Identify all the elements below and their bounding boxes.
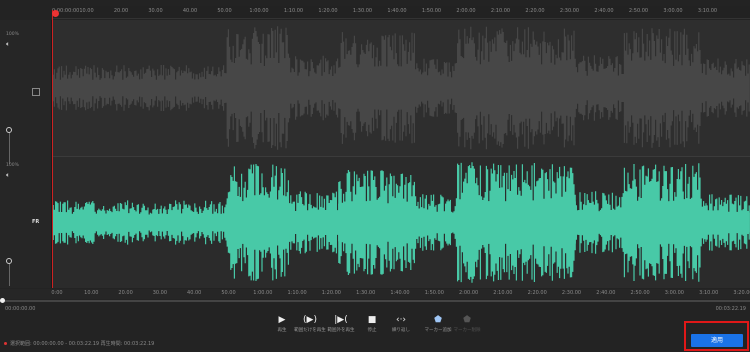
bottom-ruler-tick: 50.00 — [221, 290, 236, 296]
bottom-ruler-tick: 1:20.00 — [321, 290, 341, 296]
remove-marker-label: マーカー削除 — [453, 328, 481, 333]
total-time: 00:03:22.19 — [715, 306, 746, 312]
bottom-ruler-tick: 2:00.00 — [459, 290, 479, 296]
lower-waveform-track[interactable] — [52, 157, 750, 288]
loop-icon: ‹·› — [395, 315, 407, 325]
bottom-ruler-tick: 0:00 — [51, 290, 63, 296]
bottom-ruler-tick: 1:30.00 — [356, 290, 376, 296]
top-ruler-tick: 50.00 — [217, 8, 232, 14]
top-volume-slider-knob[interactable] — [6, 127, 12, 133]
audio-editor-window: 0:00:00:00 10.00 20.00 30.00 40.00 50.00 1:00… — [0, 0, 750, 352]
bottom-ruler-tick: 2:30.00 — [561, 290, 582, 296]
bottom-ruler-tick: 2:40.00 — [596, 290, 616, 296]
bottom-ruler-tick: 10.00 — [84, 290, 99, 296]
bottom-ruler-tick: 1:00.00 — [253, 290, 273, 296]
speaker-icon[interactable]: 🔈︎ — [6, 172, 10, 179]
top-volume-slider-track[interactable] — [9, 130, 10, 164]
upper-waveform-track[interactable] — [52, 20, 750, 156]
timeline-scrollbar[interactable] — [0, 300, 750, 302]
upper-waveform-path — [52, 26, 750, 150]
selection-status: 選択範囲: 00:00:00.00 - 00:03:22.19 再生時間: 00… — [4, 340, 154, 347]
lower-waveform-path-core — [52, 201, 750, 244]
playhead-handle[interactable] — [52, 10, 59, 17]
edit-icon[interactable] — [32, 88, 40, 96]
top-ruler-tick: 2:10.00 — [490, 8, 511, 14]
top-ruler-tick: 30.00 — [148, 8, 163, 14]
top-ruler-tick: 3:10.00 — [697, 8, 718, 14]
lower-waveform — [52, 162, 750, 283]
bottom-ruler-tick: 30.00 — [152, 290, 168, 296]
selection-status-text: 選択範囲: 00:00:00.00 - 00:03:22.19 再生時間: 00… — [10, 341, 155, 347]
top-ruler-tick: 3:00.00 — [663, 8, 683, 14]
playhead-line[interactable] — [52, 10, 53, 288]
bottom-volume-slider-knob[interactable] — [6, 258, 12, 264]
top-ruler-tick: 10.00 — [79, 8, 94, 14]
loop-button[interactable]: ‹·› 繰り返し — [381, 314, 421, 333]
loop-label: 繰り返し — [392, 328, 410, 333]
bottom-ruler-tick: 3:20.00 — [733, 290, 750, 296]
top-time-ruler[interactable]: 0:00:00:00 10.00 20.00 30.00 40.00 50.00 1:00… — [52, 6, 750, 19]
top-ruler-tick: 20.00 — [113, 8, 129, 14]
top-ruler-tick: 1:10.00 — [283, 8, 304, 14]
bottom-ruler-tick: 2:10.00 — [493, 290, 513, 296]
bottom-track-level: 100% — [6, 163, 19, 168]
top-ruler-tick: 2:00.00 — [456, 8, 476, 14]
bottom-ruler-tick: 2:50.00 — [630, 290, 650, 296]
top-track-level: 100% — [6, 32, 19, 37]
top-ruler-tick: 2:20.00 — [525, 8, 545, 14]
bottom-time-ruler: 0:00 10.00 20.00 30.00 40.00 50.00 1:00.00 1:10… — [0, 289, 750, 299]
top-ruler-tick: 1:40.00 — [387, 8, 407, 14]
bottom-ruler-tick: 2:20.00 — [527, 290, 547, 296]
bottom-ruler-tick: 1:40.00 — [390, 290, 410, 296]
current-time: 00:00:00.00 — [5, 306, 36, 312]
remove-marker-icon: ⬟ — [463, 315, 471, 325]
bottom-ruler-tick: 3:00.00 — [664, 290, 684, 296]
bottom-ruler-tick: 3:10.00 — [699, 290, 719, 296]
top-ruler-tick: 2:50.00 — [628, 8, 649, 14]
top-ruler-tick: 40.00 — [182, 8, 198, 14]
status-dot-icon — [4, 342, 7, 345]
track-gutter: 100% 🔈︎ 100% 🔈︎ FR — [0, 20, 52, 288]
speaker-icon[interactable]: 🔈︎ — [6, 41, 10, 48]
top-ruler-tick: 2:40.00 — [594, 8, 614, 14]
remove-marker-button[interactable]: ⬟ マーカー削除 — [447, 314, 487, 333]
bottom-ruler-tick: 1:50.00 — [424, 290, 444, 296]
bottom-ruler-tick: 1:10.00 — [287, 290, 307, 296]
top-ruler-tick: 1:30.00 — [352, 8, 373, 14]
upper-waveform — [52, 26, 750, 150]
apply-button[interactable]: 適用 — [691, 334, 743, 347]
timeline-scroll-thumb[interactable] — [0, 298, 5, 303]
bottom-ruler-tick: 40.00 — [187, 290, 202, 296]
channel-label: FR — [32, 219, 40, 225]
top-ruler-tick: 1:50.00 — [421, 8, 442, 14]
top-ruler-tick: 1:20.00 — [318, 8, 338, 14]
top-ruler-tick: 1:00.00 — [249, 8, 269, 14]
bottom-ruler-tick: 20.00 — [118, 290, 133, 296]
top-ruler-tick: 2:30.00 — [559, 8, 580, 14]
